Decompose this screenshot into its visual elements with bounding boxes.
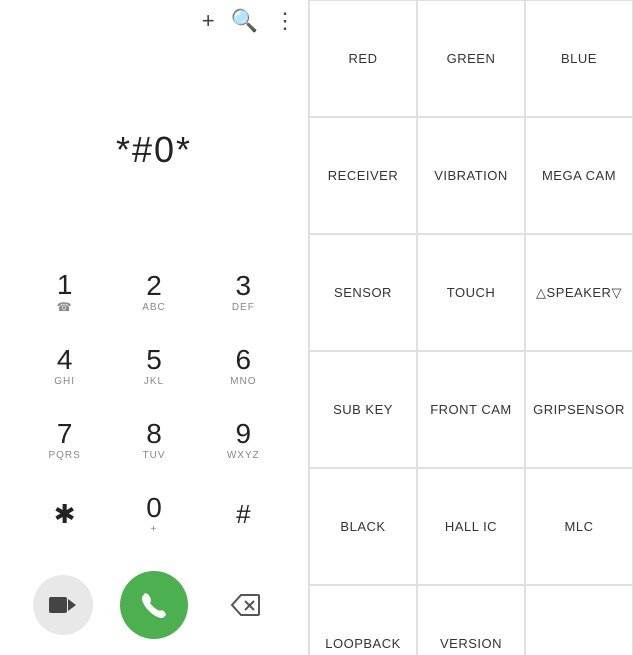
key-7[interactable]: 7 PQRS <box>25 405 105 475</box>
test-grid: REDGREENBLUE RECEIVERVIBRATIONMEGA CAM SEN… <box>309 0 633 655</box>
key-9[interactable]: 9 WXYZ <box>203 405 283 475</box>
key-4[interactable]: 4 GHI <box>25 331 105 401</box>
key-1[interactable]: 1 ☎ <box>25 257 105 327</box>
test-cell-blue[interactable]: BLUE <box>525 0 633 117</box>
key-2[interactable]: 2 ABC <box>114 257 194 327</box>
key-8[interactable]: 8 TUV <box>114 405 194 475</box>
phone-icon <box>139 590 169 620</box>
keypad-row-1: 1 ☎ 2 ABC 3 DEF <box>20 257 288 327</box>
test-cell-loopback[interactable]: LOOPBACK <box>309 585 417 655</box>
test-cell-speaker[interactable]: △SPEAKER▽ <box>525 234 633 351</box>
dialer-actions <box>0 563 308 655</box>
test-cell-sensor[interactable]: SENSOR <box>309 234 417 351</box>
test-panel: REDGREENBLUE RECEIVERVIBRATIONMEGA CAM SEN… <box>308 0 633 655</box>
key-6[interactable]: 6 MNO <box>203 331 283 401</box>
test-cell-mega-cam[interactable]: MEGA CAM <box>525 117 633 234</box>
keypad-row-2: 4 GHI 5 JKL 6 MNO <box>20 331 288 401</box>
test-cell-hall-ic[interactable]: HALL IC <box>417 468 525 585</box>
test-cell-black[interactable]: BLACK <box>309 468 417 585</box>
keypad-row-3: 7 PQRS 8 TUV 9 WXYZ <box>20 405 288 475</box>
key-5[interactable]: 5 JKL <box>114 331 194 401</box>
call-button[interactable] <box>120 571 188 639</box>
search-icon[interactable]: 🔍 <box>231 8 258 34</box>
keypad-row-4: ✱ 0 + # <box>20 479 288 549</box>
key-3[interactable]: 3 DEF <box>203 257 283 327</box>
key-star[interactable]: ✱ <box>25 479 105 549</box>
dialer-panel: + 🔍 ⋮ *#0* 1 ☎ 2 ABC 3 DEF 4 GHI <box>0 0 308 655</box>
key-0[interactable]: 0 + <box>114 479 194 549</box>
dialer-header: + 🔍 ⋮ <box>0 0 308 42</box>
test-cell-sub-key[interactable]: SUB KEY <box>309 351 417 468</box>
add-icon[interactable]: + <box>202 8 215 34</box>
test-cell- <box>525 585 633 655</box>
backspace-icon <box>230 594 260 616</box>
test-cell-red[interactable]: RED <box>309 0 417 117</box>
more-icon[interactable]: ⋮ <box>274 8 296 34</box>
test-cell-touch[interactable]: TOUCH <box>417 234 525 351</box>
keypad: 1 ☎ 2 ABC 3 DEF 4 GHI 5 JKL 6 <box>0 257 308 563</box>
test-cell-version[interactable]: VERSION <box>417 585 525 655</box>
test-cell-green[interactable]: GREEN <box>417 0 525 117</box>
delete-button[interactable] <box>215 575 275 635</box>
test-cell-mlc[interactable]: MLC <box>525 468 633 585</box>
test-cell-receiver[interactable]: RECEIVER <box>309 117 417 234</box>
key-hash[interactable]: # <box>203 479 283 549</box>
video-icon <box>49 595 77 615</box>
video-call-button[interactable] <box>33 575 93 635</box>
test-cell-front-cam[interactable]: FRONT CAM <box>417 351 525 468</box>
test-cell-gripsensor[interactable]: GRIPSENSOR <box>525 351 633 468</box>
dialer-display: *#0* <box>0 42 308 257</box>
test-cell-vibration[interactable]: VIBRATION <box>417 117 525 234</box>
dialer-input-text: *#0* <box>116 129 192 171</box>
